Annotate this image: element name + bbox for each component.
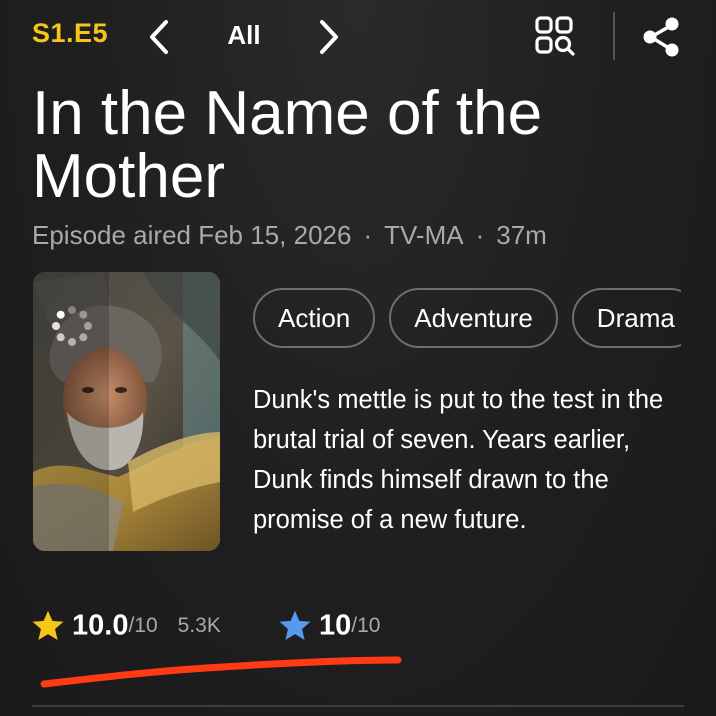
episode-grid-search-icon <box>535 16 575 56</box>
all-episodes-button[interactable]: All <box>214 20 274 51</box>
imdb-rating-value: 10.0 <box>72 609 129 642</box>
top-bar: S1.E5 All <box>0 0 716 74</box>
user-rating-value: 10 <box>319 609 352 642</box>
user-rating-scale: /10 <box>351 614 381 637</box>
imdb-rating[interactable]: 10.0/10 5.3K <box>30 608 221 648</box>
air-date: Episode aired Feb 15, 2026 <box>32 220 352 250</box>
next-episode-button[interactable] <box>308 14 348 60</box>
section-divider <box>32 705 684 707</box>
imdb-rating-scale: /10 <box>128 614 158 637</box>
share-icon <box>643 17 679 57</box>
episode-meta: Episode aired Feb 15, 2026 · TV-MA · 37m <box>32 220 547 251</box>
runtime: 37m <box>496 220 547 250</box>
chevron-left-icon <box>150 20 168 54</box>
genre-chips: Action Adventure Drama <box>253 288 681 350</box>
episode-title: In the Name of the Mother <box>32 79 543 211</box>
annotation-underline <box>40 656 402 688</box>
episode-code: S1.E5 <box>32 18 109 48</box>
episode-grid-button[interactable] <box>530 12 580 62</box>
genre-chip-action[interactable]: Action <box>253 288 376 348</box>
genre-chip-drama[interactable]: Drama <box>571 288 681 348</box>
certificate: TV-MA <box>384 220 464 250</box>
chevron-right-icon <box>320 20 338 54</box>
meta-separator: · <box>363 220 373 250</box>
genre-chip-adventure[interactable]: Adventure <box>389 288 558 348</box>
star-yellow-icon <box>32 610 64 640</box>
star-blue-icon <box>279 610 311 640</box>
plot-summary[interactable]: Dunk's mettle is put to the test in the … <box>253 380 693 540</box>
user-rating[interactable]: 10/10 <box>277 608 380 648</box>
previous-episode-button[interactable] <box>140 14 180 60</box>
toolbar-divider <box>613 12 615 60</box>
share-button[interactable] <box>636 12 686 62</box>
loading-spinner-icon <box>52 306 92 346</box>
meta-separator: · <box>475 220 485 250</box>
imdb-rating-count: 5.3K <box>177 614 221 637</box>
